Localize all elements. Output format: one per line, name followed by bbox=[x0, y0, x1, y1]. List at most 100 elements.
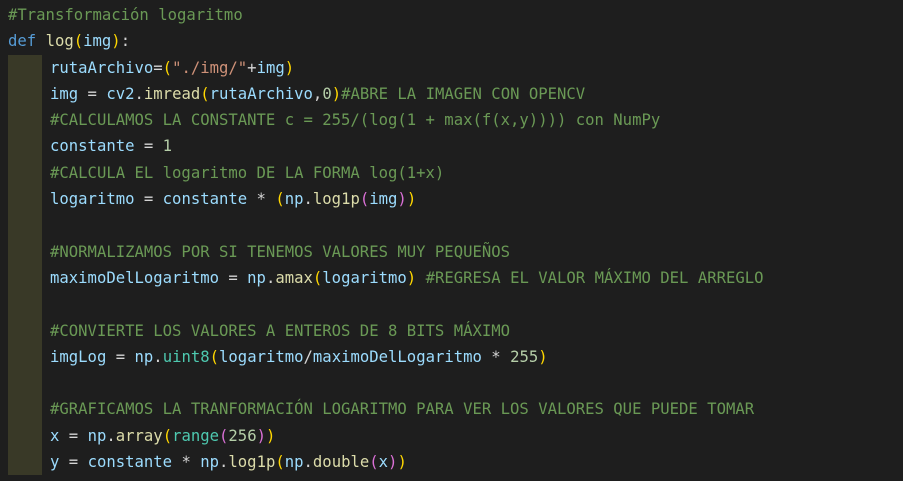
code-token: uint8 bbox=[162, 347, 210, 366]
indent-guide bbox=[8, 317, 42, 344]
code-token: ) bbox=[111, 32, 121, 51]
code-line[interactable]: x = np.array(range(256)) bbox=[0, 422, 903, 450]
code-token: ( bbox=[200, 84, 210, 103]
code-token: . bbox=[303, 190, 313, 209]
code-token: ) bbox=[397, 453, 407, 472]
code-token: constante bbox=[162, 190, 248, 209]
code-token: img bbox=[369, 190, 398, 209]
code-token: logaritmo bbox=[50, 190, 135, 209]
code-token: constante bbox=[87, 453, 173, 472]
code-token: ( bbox=[209, 347, 220, 366]
code-text: #CALCULAMOS LA CONSTANTE c = 255/(log(1 … bbox=[50, 107, 660, 133]
code-token: 255 bbox=[510, 347, 539, 366]
code-token: ) bbox=[331, 84, 342, 103]
code-line[interactable]: img = cv2.imread(rutaArchivo,0)#ABRE LA … bbox=[0, 80, 903, 108]
code-line[interactable]: constante = 1 bbox=[0, 133, 903, 160]
code-token: imread bbox=[143, 84, 201, 103]
code-text: y = constante * np.log1p(np.double(x)) bbox=[50, 449, 407, 475]
code-token: / bbox=[303, 347, 313, 366]
code-line[interactable] bbox=[0, 212, 903, 239]
indent-guide bbox=[8, 186, 42, 213]
code-token: np bbox=[247, 268, 266, 287]
code-token: #Transformación logaritmo bbox=[8, 6, 243, 24]
code-token: ( bbox=[312, 268, 323, 287]
code-token: ( bbox=[162, 58, 173, 77]
code-text: logaritmo = constante * (np.log1p(img)) bbox=[50, 186, 416, 212]
code-line[interactable]: #CALCULA EL logaritmo DE LA FORMA log(1+… bbox=[0, 159, 903, 187]
code-token: , bbox=[312, 84, 323, 103]
code-token: np bbox=[134, 347, 154, 366]
indent-guide bbox=[8, 80, 42, 108]
code-token: ) bbox=[406, 268, 417, 287]
code-text: #NORMALIZAMOS POR SI TENEMOS VALORES MUY… bbox=[50, 239, 510, 265]
code-token: ( bbox=[359, 190, 370, 209]
code-line[interactable]: imgLog = np.uint8(logaritmo/maximoDelLog… bbox=[0, 343, 903, 371]
code-token: ( bbox=[73, 32, 84, 51]
code-token: "./img/" bbox=[172, 58, 248, 77]
code-token: np bbox=[200, 453, 220, 472]
code-token: rutaArchivo bbox=[50, 58, 154, 77]
code-line[interactable] bbox=[0, 370, 903, 397]
code-line[interactable]: maximoDelLogaritmo = np.amax(logaritmo) … bbox=[0, 264, 903, 292]
indent-guide bbox=[8, 370, 42, 397]
indent-guide bbox=[8, 396, 42, 423]
code-token: . bbox=[265, 268, 276, 287]
code-line[interactable] bbox=[0, 291, 903, 318]
code-text: #CONVIERTE LOS VALORES A ENTEROS DE 8 BI… bbox=[50, 318, 510, 344]
code-token: np bbox=[284, 190, 304, 209]
code-token: amax bbox=[275, 268, 313, 287]
code-token: img bbox=[50, 84, 79, 103]
code-token: ) bbox=[406, 190, 417, 209]
code-line[interactable]: #Transformación logaritmo bbox=[0, 2, 903, 28]
code-token: . bbox=[134, 84, 144, 103]
code-token: . bbox=[303, 453, 313, 472]
code-token: #CONVIERTE LOS VALORES A ENTEROS DE 8 BI… bbox=[50, 321, 511, 340]
code-token: . bbox=[153, 347, 163, 366]
code-token: rutaArchivo bbox=[209, 84, 313, 103]
code-text: maximoDelLogaritmo = np.amax(logaritmo) … bbox=[50, 265, 764, 291]
code-text: img = cv2.imread(rutaArchivo,0)#ABRE LA … bbox=[50, 81, 585, 107]
code-line[interactable]: #CALCULAMOS LA CONSTANTE c = 255/(log(1 … bbox=[0, 107, 903, 134]
code-token: #REGRESA EL VALOR MÁXIMO DEL ARREGLO bbox=[425, 268, 764, 287]
code-token: ( bbox=[275, 453, 285, 472]
code-token: #NORMALIZAMOS POR SI TENEMOS VALORES MUY… bbox=[50, 242, 511, 261]
code-token: ) bbox=[256, 426, 266, 445]
code-line[interactable]: logaritmo = constante * (np.log1p(img)) bbox=[0, 186, 903, 213]
code-token: img bbox=[83, 32, 112, 51]
code-line[interactable]: rutaArchivo=("./img/"+img) bbox=[0, 54, 903, 81]
indent-guide bbox=[8, 107, 42, 134]
code-token: maximoDelLogaritmo bbox=[50, 268, 219, 287]
code-token: x bbox=[378, 453, 389, 472]
code-token: ( bbox=[219, 426, 229, 445]
code-token: ( bbox=[162, 426, 173, 445]
indent-guide bbox=[8, 422, 42, 450]
code-token: 1 bbox=[162, 137, 173, 156]
code-token: x bbox=[50, 426, 60, 445]
code-editor[interactable]: #Transformación logaritmo def log(img): ru… bbox=[0, 0, 903, 481]
code-line[interactable]: #GRAFICAMOS LA TRANFORMACIÓN LOGARITMO P… bbox=[0, 396, 903, 423]
code-token: #ABRE LA IMAGEN CON OPENCV bbox=[341, 84, 586, 103]
code-token: constante bbox=[50, 137, 135, 156]
code-token: * bbox=[247, 190, 276, 209]
code-token: imgLog bbox=[50, 347, 107, 366]
code-token: = bbox=[59, 426, 88, 445]
code-line[interactable]: #CONVIERTE LOS VALORES A ENTEROS DE 8 BI… bbox=[0, 317, 903, 344]
code-token: : bbox=[120, 32, 131, 51]
code-token: #GRAFICAMOS LA TRANFORMACIÓN LOGARITMO P… bbox=[50, 400, 755, 419]
code-token: array bbox=[115, 426, 163, 445]
code-token: log bbox=[45, 32, 74, 51]
code-text: #GRAFICAMOS LA TRANFORMACIÓN LOGARITMO P… bbox=[50, 396, 754, 422]
indent-guide bbox=[8, 264, 42, 292]
code-token: = bbox=[106, 347, 135, 366]
indent-guide bbox=[8, 54, 42, 81]
code-token: = bbox=[78, 84, 107, 103]
code-token: img bbox=[256, 58, 285, 77]
code-line[interactable]: #NORMALIZAMOS POR SI TENEMOS VALORES MUY… bbox=[0, 238, 903, 265]
code-token: double bbox=[312, 453, 370, 472]
code-token: np bbox=[87, 426, 107, 445]
code-line[interactable]: y = constante * np.log1p(np.double(x)) bbox=[0, 449, 903, 476]
code-line[interactable]: def log(img): bbox=[0, 28, 903, 54]
code-token: = bbox=[134, 137, 163, 156]
indent-guide bbox=[8, 238, 42, 265]
